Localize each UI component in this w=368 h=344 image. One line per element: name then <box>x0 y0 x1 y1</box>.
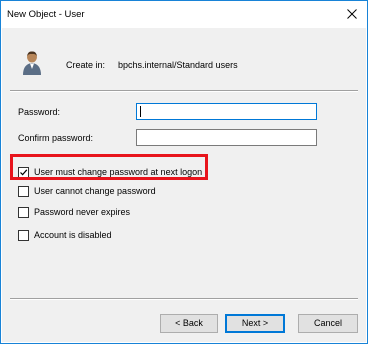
password-never-expires-checkbox[interactable] <box>18 207 29 218</box>
close-icon <box>347 9 357 19</box>
next-button[interactable]: Next > <box>225 314 285 333</box>
user-icon <box>23 51 41 75</box>
password-label: Password: <box>18 107 61 117</box>
window-title: New Object - User <box>7 9 85 20</box>
cancel-button[interactable]: Cancel <box>298 314 358 333</box>
dialog-body: Create in: bpchs.internal/Standard users… <box>2 28 366 342</box>
header-divider <box>10 90 358 92</box>
new-object-user-dialog: New Object - User Create in: bpchs.inter… <box>0 0 368 344</box>
title-bar: New Object - User <box>1 1 367 28</box>
account-disabled-label: Account is disabled <box>34 230 112 240</box>
password-field[interactable] <box>136 103 317 120</box>
account-disabled-checkbox[interactable] <box>18 230 29 241</box>
back-button[interactable]: < Back <box>160 314 218 333</box>
text-caret <box>140 106 141 117</box>
cannot-change-password-label: User cannot change password <box>34 186 156 196</box>
highlight-annotation <box>10 154 208 180</box>
create-in-label: Create in: <box>66 60 106 70</box>
confirm-password-label: Confirm password: <box>18 133 94 143</box>
footer-divider <box>10 298 358 300</box>
confirm-password-field[interactable] <box>136 129 317 146</box>
close-button[interactable] <box>337 1 367 28</box>
password-never-expires-label: Password never expires <box>34 207 131 217</box>
create-in-path: bpchs.internal/Standard users <box>118 60 238 70</box>
cannot-change-password-checkbox[interactable] <box>18 186 29 197</box>
